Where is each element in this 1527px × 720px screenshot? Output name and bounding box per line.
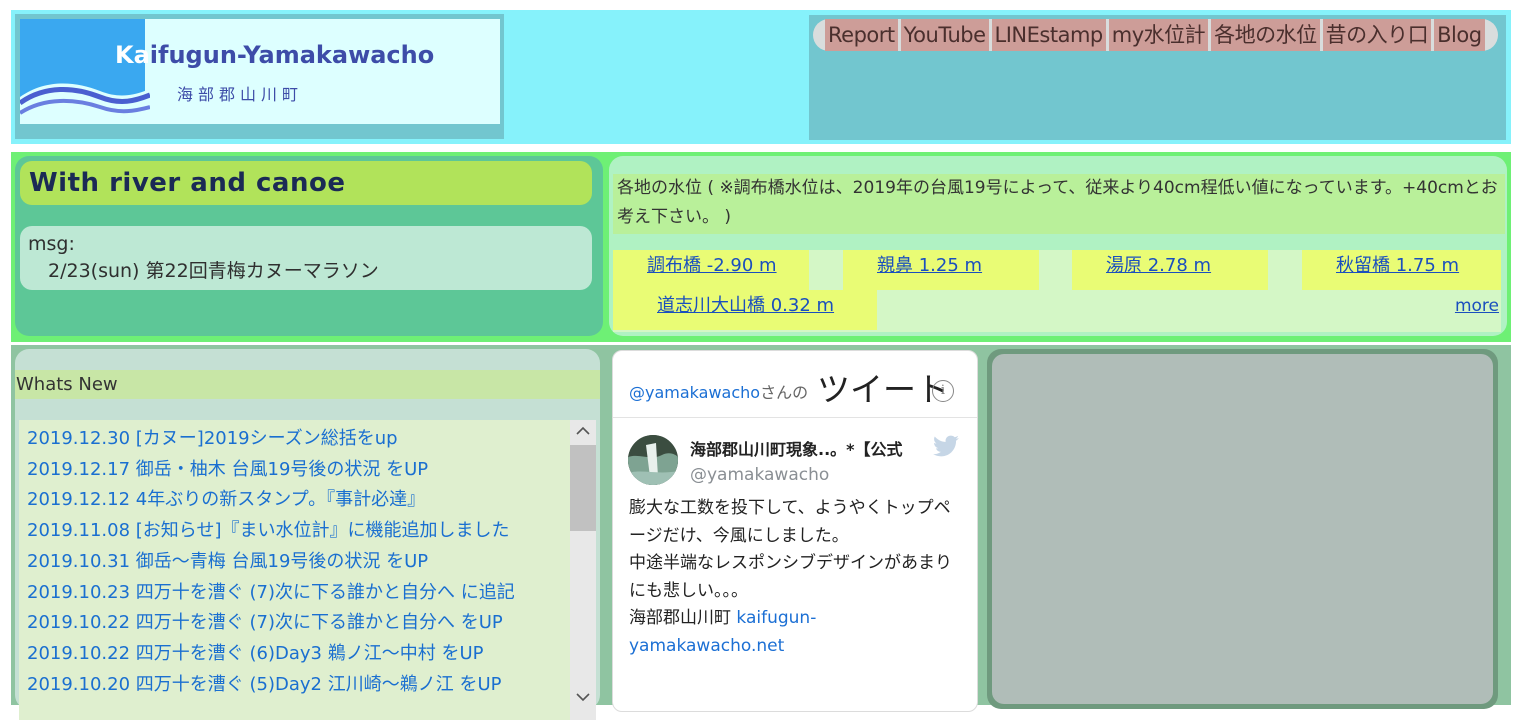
water-level-description: 各地の水位 ( ※調布橋水位は、2019年の台風19号によって、従来より40cm…: [613, 174, 1505, 234]
canoe-panel: With river and canoe msg: 2/23(sun) 第22回…: [15, 156, 603, 336]
tweet-account-name[interactable]: 海部郡山川町現象..。*【公式: [690, 436, 903, 460]
nav-my-water-level[interactable]: my水位計: [1108, 19, 1209, 51]
news-item[interactable]: 2019.10.31 御岳〜青梅 台風19号後の状況 をUP: [27, 547, 570, 578]
site-logo[interactable]: Kaifugun-Yamakawacho 海部郡山川町: [20, 19, 500, 124]
nav-container: Report YouTube LINEstamp my水位計 各地の水位 昔の入…: [809, 15, 1506, 140]
tweet-line: 膨大な工数を投下して、ようやくトップページだけ、今風にしました。: [629, 498, 951, 546]
station-oyahana[interactable]: 親鼻 1.25 m: [843, 250, 1039, 290]
news-item[interactable]: 2019.12.12 4年ぶりの新スタンプ。『事計必達』: [27, 485, 570, 516]
canoe-title: With river and canoe: [20, 161, 592, 205]
embed-panel: [987, 349, 1498, 709]
message-box: msg: 2/23(sun) 第22回青梅カヌーマラソン: [20, 226, 592, 290]
news-item[interactable]: 2019.10.22 四万十を漕ぐ (6)Day3 鵜ノ江〜中村 をUP: [27, 639, 570, 670]
more-link[interactable]: more: [1455, 296, 1499, 316]
news-item[interactable]: 2019.10.23 四万十を漕ぐ (7)次に下る誰かと自分へ に追記: [27, 578, 570, 609]
wave-logo-icon: [20, 19, 150, 124]
news-item[interactable]: 2019.11.08 [お知らせ]『まい水位計』に機能追加しました: [27, 516, 570, 547]
tweet-line: 中途半端なレスポンシブデザインがあまりにも悲しい。。。: [629, 553, 952, 601]
nav-blog[interactable]: Blog: [1434, 19, 1485, 51]
twitter-bird-icon[interactable]: [932, 435, 960, 459]
station-akirubashi[interactable]: 秋留橋 1.75 m: [1302, 250, 1501, 290]
timeline-owner: @yamakawachoさんの: [629, 383, 809, 402]
embed-placeholder: [992, 354, 1493, 704]
news-item[interactable]: 2019.12.17 御岳・柚木 台風19号後の状況 をUP: [27, 455, 570, 486]
twitter-header: @yamakawachoさんの ツイート i: [613, 351, 977, 418]
timeline-title: ツイート: [817, 370, 949, 409]
nav-youtube[interactable]: YouTube: [900, 19, 989, 51]
nav-linestamp[interactable]: LINEstamp: [991, 19, 1106, 51]
station-doshigawa-oyamabashi[interactable]: 道志川大山橋 0.32 m: [613, 290, 877, 330]
tweet-body: 膨大な工数を投下して、ようやくトップページだけ、今風にしました。 中途半端なレス…: [629, 495, 959, 660]
station-chofubashi[interactable]: 調布橋 -2.90 m: [613, 250, 809, 290]
scroll-down-arrow-icon[interactable]: [570, 686, 596, 710]
message-label: msg:: [28, 233, 75, 255]
message-text: 2/23(sun) 第22回青梅カヌーマラソン: [48, 260, 379, 282]
main-nav: Report YouTube LINEstamp my水位計 各地の水位 昔の入…: [813, 19, 1498, 51]
station-list: 調布橋 -2.90 m 親鼻 1.25 m 湯原 2.78 m 秋留橋 1.75…: [613, 250, 1501, 332]
whats-new-panel: Whats New 2019.12.30 [カヌー]2019シーズン総括をup …: [15, 349, 600, 720]
tweet-account-handle[interactable]: @yamakawacho: [690, 465, 829, 485]
logo-container: Kaifugun-Yamakawacho 海部郡山川町: [15, 14, 504, 139]
news-item[interactable]: 2019.10.22 四万十を漕ぐ (7)次に下る誰かと自分へ をUP: [27, 608, 570, 639]
news-item[interactable]: 2019.10.20 四万十を漕ぐ (5)Day2 江川崎〜鵜ノ江 をUP: [27, 670, 570, 701]
info-icon[interactable]: i: [932, 380, 954, 402]
tweet-signature: 海部郡山川町 kaifugun-yamakawacho.net: [629, 608, 817, 656]
nav-old-entrance[interactable]: 昔の入り口: [1322, 19, 1432, 51]
news-list[interactable]: 2019.12.30 [カヌー]2019シーズン総括をup 2019.12.17…: [19, 420, 570, 720]
nav-report[interactable]: Report: [825, 19, 898, 51]
logo-title: Kaifugun-Yamakawacho: [115, 41, 435, 69]
news-item[interactable]: 2019.12.30 [カヌー]2019シーズン総括をup: [27, 424, 570, 455]
content-row: Whats New 2019.12.30 [カヌー]2019シーズン総括をup …: [11, 345, 1511, 720]
nav-regional-water-level[interactable]: 各地の水位: [1211, 19, 1320, 51]
info-row: With river and canoe msg: 2/23(sun) 第22回…: [11, 152, 1511, 342]
twitter-timeline: @yamakawachoさんの ツイート i 海部郡山川町現象..。*【公式 @…: [612, 350, 978, 712]
whats-new-heading: Whats New: [15, 370, 600, 399]
timeline-handle-link[interactable]: @yamakawacho: [629, 383, 760, 402]
station-yubara[interactable]: 湯原 2.78 m: [1072, 250, 1268, 290]
logo-subtitle: 海部郡山川町: [177, 85, 304, 104]
scroll-up-arrow-icon[interactable]: [570, 420, 596, 444]
site-header: Kaifugun-Yamakawacho 海部郡山川町 Report YouTu…: [11, 10, 1511, 144]
water-level-panel: 各地の水位 ( ※調布橋水位は、2019年の台風19号によって、従来より40cm…: [609, 156, 1507, 336]
news-scrollbar[interactable]: [570, 420, 596, 720]
scroll-thumb[interactable]: [570, 445, 596, 531]
avatar[interactable]: [628, 435, 678, 485]
